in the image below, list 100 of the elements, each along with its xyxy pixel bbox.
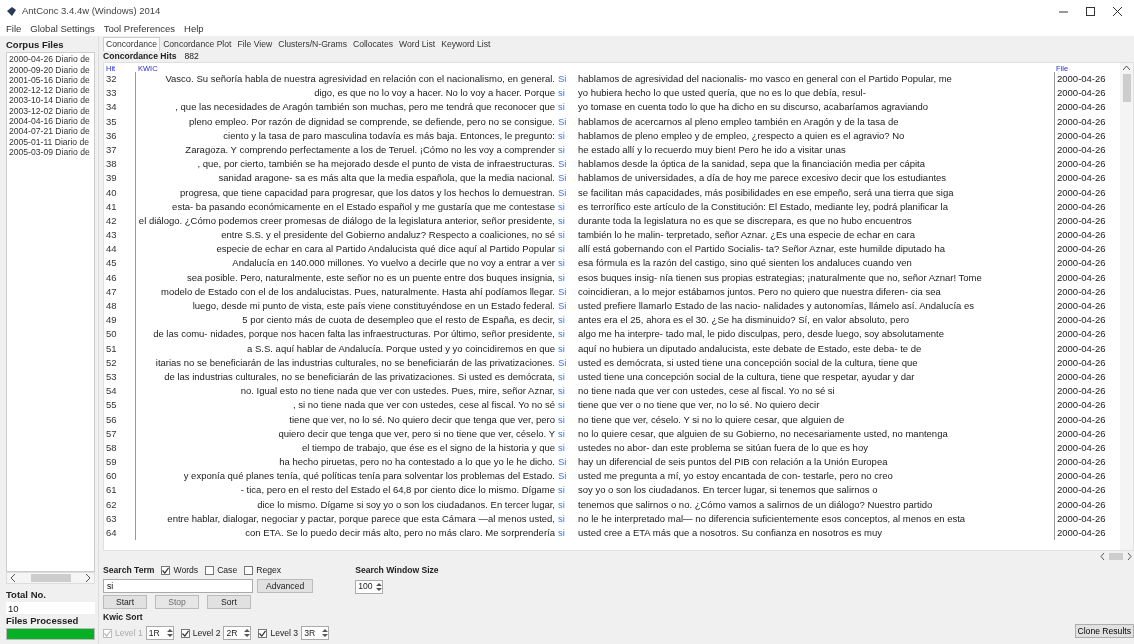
keyword: si: [558, 526, 566, 540]
keyword: si: [558, 270, 566, 285]
hit-number: 45: [104, 256, 136, 271]
context-text: tenemos que salirnos o no. ¿Cómo vamos a salirnos de un diálogo? Nuestro partido: [578, 498, 933, 510]
context-text: de las comu- nidades, porque nos hacen falta las infraestructuras. Por último, señor presidente,: [153, 327, 555, 342]
sort-label: Kwic Sort: [103, 611, 144, 624]
context-text: no lo quiere cesar, que alguien de su Gobierno, no necesariamente usted, no mantenga: [578, 427, 948, 439]
context-text: ustedes no abor- dan este problema se sitúan fuera de lo que es hoy: [578, 441, 868, 453]
scroll-right-icon[interactable]: [1127, 553, 1132, 561]
file-item[interactable]: 2003-12-02 Diario de: [9, 105, 92, 117]
search-field[interactable]: si: [103, 579, 253, 594]
total-label: Total No.: [6, 587, 47, 602]
scroll-thumb[interactable]: [1122, 74, 1131, 102]
context-text: algo me ha interpre- tado mal, le pido disculpas, pero, desde luego, soy absolutamente: [578, 328, 944, 340]
menu-item[interactable]: Tool Preferences: [103, 21, 176, 37]
hit-number: 50: [104, 327, 136, 342]
scroll-thumb[interactable]: [30, 573, 71, 582]
hit-number: 53: [104, 369, 136, 385]
menu-item[interactable]: File: [6, 21, 22, 37]
scroll-right-icon[interactable]: [85, 573, 91, 582]
hit-number: 51: [104, 341, 136, 356]
window-size-spinner[interactable]: 100: [355, 579, 384, 594]
file-item[interactable]: 2004-04-16 Diario de: [9, 116, 92, 127]
context-text: usted me pregunta a mí, yo estoy encantada de con- testarle, pero no creo: [578, 470, 893, 482]
hit-number: 35: [104, 114, 136, 129]
context-text: hablamos de pleno empleo y de empleo, ¿respecto a quien es el agravio? No: [578, 129, 905, 141]
level-label: Level 3: [270, 626, 299, 640]
tab[interactable]: Clusters/N-Grams: [275, 37, 350, 51]
hit-number: 37: [104, 142, 136, 158]
scrollbar[interactable]: [1120, 63, 1133, 551]
context-text: hablamos de acercarnos al pleno empleo también en Aragón y de la tasa de: [578, 115, 899, 127]
file-item[interactable]: 2000-09-20 Diario de: [9, 64, 92, 75]
checkbox[interactable]: [161, 566, 171, 576]
keyword: Si: [558, 72, 568, 86]
tab[interactable]: File View: [234, 37, 276, 51]
hit-number: 63: [104, 511, 136, 526]
context-text: de las industrias culturales, no se beneficiarán de las privatizaciones. Si usted es demócrata,: [164, 369, 555, 384]
hit-number: 59: [104, 455, 136, 470]
keyword: Si: [558, 299, 568, 313]
file-item[interactable]: 2004-07-21 Diario de: [9, 126, 92, 137]
hit-number: 38: [104, 157, 136, 172]
file-item[interactable]: 2002-12-12 Diario de: [9, 85, 92, 96]
checkbox[interactable]: [205, 566, 215, 576]
level-label: Level 1: [115, 626, 143, 640]
context-text: hablamos de universidades, a día de hoy me parece excesivo decir que los estudiantes: [578, 172, 947, 184]
checkbox[interactable]: [244, 566, 254, 576]
context-text: hablamos desde la óptica de la sanidad, sepa que la financiación media per cápita: [578, 158, 925, 170]
action-button[interactable]: Sort: [207, 595, 251, 610]
keyword: si: [558, 228, 566, 243]
tab[interactable]: Word List: [396, 37, 439, 51]
context-text: con ETA. Se lo puedo decir más alto, pero no más claro. Me sorprendería: [245, 526, 555, 540]
checkbox[interactable]: [180, 628, 190, 638]
context-text: durante toda la legislatura no es que se discrepara, es que no hubo encuentros: [578, 214, 912, 226]
progress-label: Files Processed: [6, 613, 80, 628]
action-button[interactable]: Start: [103, 595, 147, 610]
checkbox[interactable]: [258, 628, 268, 638]
file-item[interactable]: 2003-10-14 Diario de: [9, 95, 92, 106]
hit-number: 40: [104, 185, 136, 200]
context-text: quiero decir que tenga que ver, pero si no tiene que ver, céselo. Y: [278, 426, 555, 441]
scroll-thumb[interactable]: [1109, 553, 1123, 561]
keyword: Si: [558, 157, 568, 172]
hit-number: 36: [104, 128, 136, 143]
tab[interactable]: Collocates: [349, 37, 397, 51]
advanced-button[interactable]: Advanced: [257, 579, 314, 594]
file-item[interactable]: 2000-04-26 Diario de: [9, 54, 92, 65]
context-text: esta- ba pasando económicamente en el Estado español y me gustaría que me contestase: [172, 199, 555, 214]
context-text: dice lo mismo. Dígame si soy yo o son los ciudadanos. En tercer lugar,: [257, 497, 555, 512]
context-text: entre S.S. y el presidente del Gobierno andaluz? Respecto a coaliciones, no sé: [221, 228, 555, 243]
file-item[interactable]: 2005-03-09 Diario de: [9, 146, 92, 158]
clone-results-button[interactable]: Clone Results: [1074, 624, 1134, 638]
tab[interactable]: Concordance Plot: [160, 37, 235, 51]
close-icon[interactable]: [1113, 6, 1122, 16]
hit-number: 55: [104, 398, 136, 413]
tab[interactable]: Concordance: [103, 37, 161, 51]
context-text: pleno empleo. Por razón de dignidad se comprende, se defiende, pero no se consigue.: [189, 114, 555, 129]
maximize-icon[interactable]: [1086, 6, 1095, 16]
keyword: si: [558, 142, 566, 157]
context-text: esos buques insig- nía tienen sus propias estrategias; ¡naturalmente que no, señor Aznar! Tome: [578, 271, 982, 283]
context-text: progresa, que tiene capacidad para progresar, que los datos y los hechos lo demuestran.: [180, 185, 555, 200]
file-item[interactable]: 2001-05-16 Diario de: [9, 74, 92, 86]
context-text: , que las necesidades de Aragón también son muchas, pero me tendrá que reconocer que: [175, 100, 555, 115]
keyword: Si: [558, 185, 568, 200]
scroll-up-icon[interactable]: [1123, 65, 1130, 70]
tab[interactable]: Keyword List: [438, 37, 494, 51]
context-text: se facilitan más capacidades, más posibilidades en ese empeño, será una tierra que siga: [578, 186, 954, 198]
hit-number: 46: [104, 270, 136, 285]
keyword: si: [558, 313, 566, 328]
file-item[interactable]: 2005-01-11 Diario de: [9, 136, 92, 147]
level-spinner[interactable]: 2R: [223, 626, 252, 640]
hit-number: 42: [104, 213, 136, 229]
scrollbar[interactable]: [1100, 553, 1132, 561]
scroll-left-icon[interactable]: [1100, 553, 1105, 561]
context-text: no. Igual esto no tiene nada que ver con ustedes. Pues, mire, señor Aznar,: [240, 384, 555, 399]
scroll-left-icon[interactable]: [10, 573, 16, 582]
level-spinner[interactable]: 3R: [301, 626, 330, 640]
keyword: si: [558, 256, 566, 271]
context-text: soy yo o son los ciudadanos. En tercer lugar, si tenemos que salirnos o: [578, 484, 878, 496]
menu-item[interactable]: Global Settings: [30, 21, 95, 37]
menu-item[interactable]: Help: [184, 21, 204, 37]
context-text: , si no tiene nada que ver con ustedes, cese al fiscal. Yo no sé: [293, 398, 555, 413]
